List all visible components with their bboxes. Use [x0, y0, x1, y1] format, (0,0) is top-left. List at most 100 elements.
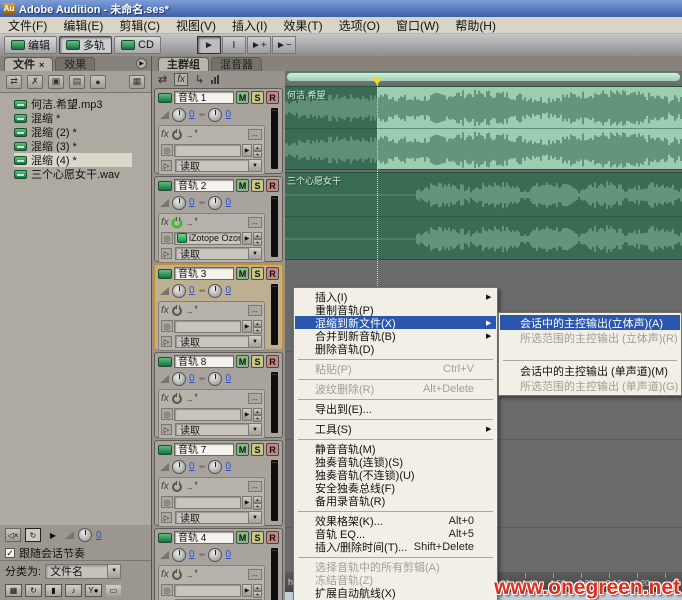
- track-name-field[interactable]: 音轨 1: [174, 91, 234, 104]
- pan-knob[interactable]: [208, 284, 222, 298]
- fx-slot-field[interactable]: [174, 584, 241, 597]
- freeze-track-button[interactable]: ↔: [248, 217, 262, 228]
- volume-knob[interactable]: [172, 284, 186, 298]
- file-list-item[interactable]: 混缩 (4) *: [14, 153, 132, 167]
- fx-slot-power-icon[interactable]: ◎: [161, 496, 173, 508]
- volume-value[interactable]: 0: [189, 373, 195, 384]
- fx-slot-power-icon[interactable]: ◎: [161, 144, 173, 156]
- pan-value[interactable]: 0: [225, 373, 231, 384]
- context-menu-item[interactable]: ▶: [298, 356, 493, 360]
- context-menu-item[interactable]: ▶: [298, 508, 493, 512]
- panel-menu-icon[interactable]: ▶: [136, 58, 147, 69]
- fx-slot-spinner[interactable]: ▲▼: [253, 584, 262, 597]
- automation-expand-icon[interactable]: ▷: [161, 424, 172, 435]
- fx-prepost-button[interactable]: →ꜛ: [185, 306, 199, 316]
- title-bar[interactable]: Au Adobe Audition - 未命名.ses*: [0, 0, 682, 17]
- fx-slot-arrow[interactable]: ▶: [242, 408, 252, 421]
- fx-power-button[interactable]: [172, 218, 182, 228]
- fx-slot-spinner[interactable]: ▲▼: [253, 232, 262, 245]
- menu-bar-item[interactable]: 效果(T): [275, 17, 330, 34]
- fx-view-icon[interactable]: fx: [174, 73, 188, 86]
- menu-bar-item[interactable]: 视图(V): [168, 17, 224, 34]
- pan-value[interactable]: 0: [225, 461, 231, 472]
- sort-select[interactable]: 文件名▼: [45, 564, 121, 579]
- automation-expand-icon[interactable]: ▷: [161, 336, 172, 347]
- context-menu-item[interactable]: ▶: [298, 436, 493, 440]
- context-menu-item[interactable]: 工具(S) ▶: [295, 422, 496, 435]
- freeze-track-button[interactable]: ↔: [248, 569, 262, 580]
- automation-expand-icon[interactable]: ▷: [161, 160, 172, 171]
- context-menu-item[interactable]: 导出到(E)... ▶: [295, 402, 496, 415]
- chevron-down-icon[interactable]: ▼: [248, 160, 261, 171]
- track-name-field[interactable]: 音轨 2: [174, 179, 234, 192]
- options-toggle-button[interactable]: ▦: [129, 75, 145, 89]
- context-menu-item[interactable]: ▶: [298, 416, 493, 420]
- loop-preview-button[interactable]: ↻: [25, 528, 41, 542]
- pan-knob[interactable]: [208, 108, 222, 122]
- playhead-marker-icon[interactable]: [372, 78, 382, 85]
- follow-session-checkbox[interactable]: ✓: [5, 548, 15, 558]
- pan-value[interactable]: 0: [225, 109, 231, 120]
- pan-knob[interactable]: [208, 548, 222, 562]
- io-swap-icon[interactable]: ⇄: [158, 73, 167, 86]
- audio-clip[interactable]: 三个心愿女干: [285, 172, 682, 260]
- view-mode-button[interactable]: 多轨: [59, 36, 112, 54]
- solo-button[interactable]: S: [251, 267, 264, 280]
- mute-button[interactable]: M: [236, 267, 249, 280]
- pan-value[interactable]: 0: [225, 285, 231, 296]
- fx-prepost-button[interactable]: →ꜛ: [185, 218, 199, 228]
- freeze-track-button[interactable]: ↔: [248, 393, 262, 404]
- pan-knob[interactable]: [208, 196, 222, 210]
- mute-button[interactable]: M: [236, 91, 249, 104]
- context-menu-item[interactable]: ▶: [298, 396, 493, 400]
- automation-mode-select[interactable]: 读取▼: [175, 335, 262, 348]
- fx-prepost-button[interactable]: →ꜛ: [185, 130, 199, 140]
- volume-value[interactable]: 0: [189, 461, 195, 472]
- context-menu-item[interactable]: ▶: [298, 376, 493, 380]
- chevron-down-icon[interactable]: ▼: [248, 336, 261, 347]
- menu-bar-item[interactable]: 窗口(W): [388, 17, 447, 34]
- submenu-item[interactable]: [503, 346, 677, 361]
- fx-slot-field[interactable]: [174, 496, 241, 509]
- submenu-item[interactable]: 所选范围的主控输出 (立体声)(R): [500, 330, 680, 345]
- fx-slot-power-icon[interactable]: ◎: [161, 232, 173, 244]
- volume-value[interactable]: 0: [189, 197, 195, 208]
- filter-button[interactable]: Y●: [85, 584, 102, 597]
- pan-knob[interactable]: [208, 460, 222, 474]
- context-menu-item[interactable]: 粘贴(P) Ctrl+V ▶: [295, 362, 496, 375]
- horizontal-zoom-scrollbar[interactable]: [285, 71, 682, 84]
- automation-mode-select[interactable]: 读取▼: [175, 247, 262, 260]
- context-menu-item[interactable]: 备用录音轨(R) ▶: [295, 494, 496, 507]
- automation-mode-select[interactable]: 读取▼: [175, 511, 262, 524]
- solo-button[interactable]: S: [251, 91, 264, 104]
- insert-cd-button[interactable]: ▤: [69, 75, 85, 89]
- extra-button[interactable]: ▭: [105, 584, 122, 597]
- automation-expand-icon[interactable]: ▷: [161, 248, 172, 259]
- menu-bar-item[interactable]: 选项(O): [331, 17, 388, 34]
- mute-button[interactable]: M: [236, 443, 249, 456]
- track-name-field[interactable]: 音轨 8: [174, 355, 234, 368]
- record-arm-button[interactable]: R: [266, 91, 279, 104]
- record-button[interactable]: ●: [90, 75, 106, 89]
- close-file-button[interactable]: ✗: [27, 75, 43, 89]
- volume-knob[interactable]: [172, 548, 186, 562]
- fx-power-button[interactable]: [172, 394, 182, 404]
- fx-slot-field[interactable]: [174, 320, 241, 333]
- fx-power-button[interactable]: [172, 306, 182, 316]
- fx-slot-arrow[interactable]: ▶: [242, 144, 252, 157]
- mute-button[interactable]: M: [236, 179, 249, 192]
- bus-routing-icon[interactable]: ↳: [195, 73, 204, 86]
- show-waveforms-button[interactable]: ▦: [5, 584, 22, 597]
- automation-expand-icon[interactable]: ▷: [161, 512, 172, 523]
- menu-bar-item[interactable]: 文件(F): [0, 17, 55, 34]
- volume-knob[interactable]: [172, 108, 186, 122]
- track-name-field[interactable]: 音轨 7: [174, 443, 234, 456]
- fx-slot-power-icon[interactable]: ◎: [161, 408, 173, 420]
- submenu-item[interactable]: 会话中的主控输出 (单声道)(M): [500, 363, 680, 378]
- context-menu-item[interactable]: 插入/删除时间(T)... Shift+Delete ▶: [295, 540, 496, 553]
- fx-prepost-button[interactable]: →ꜛ: [185, 394, 199, 404]
- fx-slot-arrow[interactable]: ▶: [242, 496, 252, 509]
- tool-button[interactable]: I: [222, 36, 246, 54]
- chevron-down-icon[interactable]: ▼: [107, 565, 120, 578]
- fx-power-button[interactable]: [172, 570, 182, 580]
